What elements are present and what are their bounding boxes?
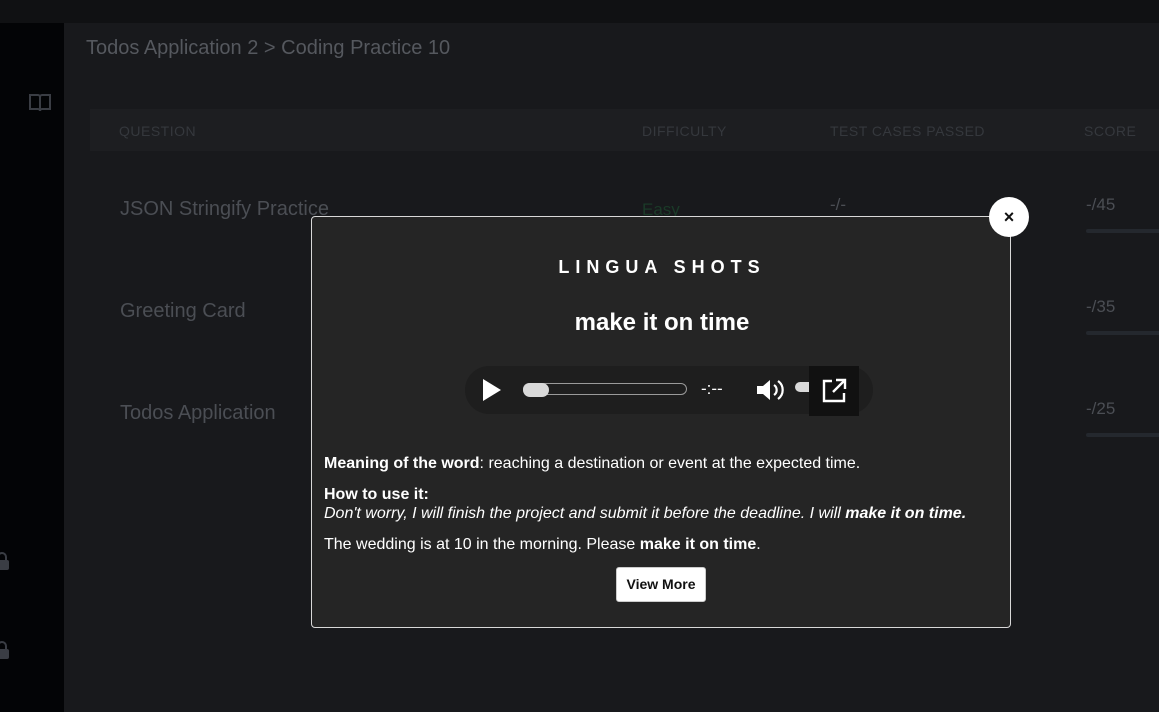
seek-thumb[interactable] <box>523 383 549 397</box>
external-link-icon <box>822 378 847 403</box>
popout-button[interactable] <box>809 366 859 416</box>
example-1-text: Don't worry, I will finish the project a… <box>324 505 846 522</box>
close-button[interactable]: × <box>989 197 1029 237</box>
example-sentence-1: Don't worry, I will finish the project a… <box>324 505 1004 523</box>
example-2-end: . <box>756 536 761 553</box>
example-1-phrase: make it on time. <box>845 505 967 522</box>
time-display: -:-- <box>701 379 723 398</box>
view-more-button[interactable]: View More <box>616 567 706 602</box>
how-to-use-label: How to use it: <box>324 486 429 503</box>
play-icon[interactable] <box>483 379 501 401</box>
modal-brand-title: LINGUA SHOTS <box>558 257 766 277</box>
example-sentence-2: The wedding is at 10 in the morning. Ple… <box>324 536 1004 554</box>
phrase-title: make it on time <box>574 309 750 336</box>
meaning-label: Meaning of the word <box>324 455 480 472</box>
audio-player: -:-- <box>465 366 873 416</box>
meaning-definition: : reaching a destination or event at the… <box>479 455 861 472</box>
example-2-phrase: make it on time <box>639 536 757 553</box>
lingua-shots-modal: LINGUA SHOTS make it on time -:-- Meanin… <box>311 216 1011 628</box>
example-2-text: The wedding is at 10 in the morning. Ple… <box>324 536 640 553</box>
meaning-text: Meaning of the word: reaching a destinat… <box>324 455 1004 473</box>
volume-icon[interactable] <box>755 378 785 402</box>
